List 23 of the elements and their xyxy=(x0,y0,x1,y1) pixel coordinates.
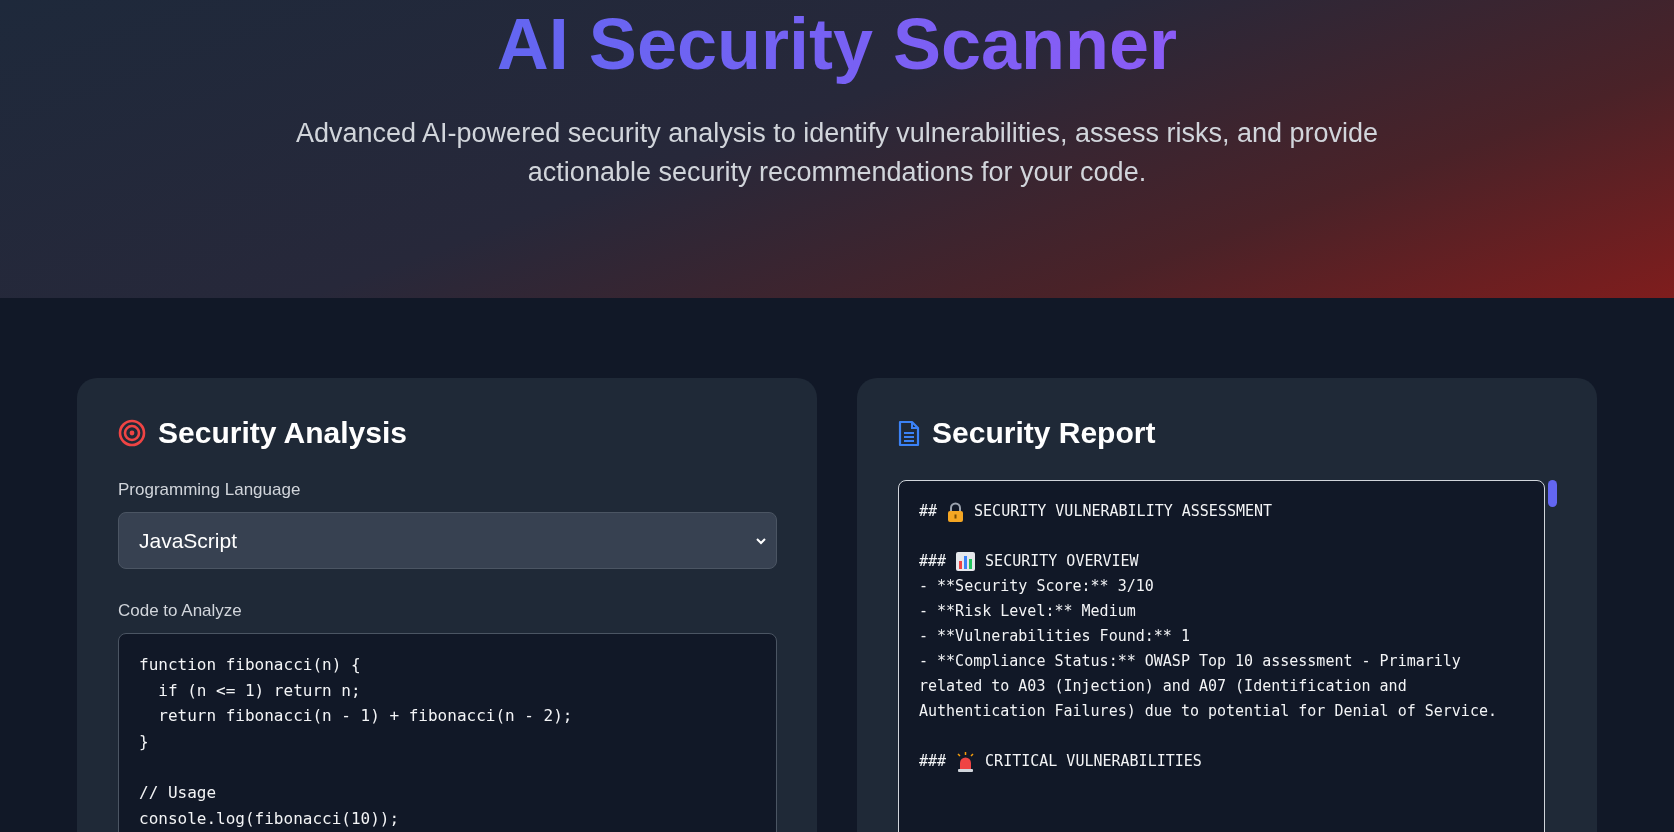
target-icon xyxy=(118,419,146,447)
scrollbar-thumb[interactable] xyxy=(1548,480,1557,507)
bar-chart-icon xyxy=(956,552,976,571)
siren-icon xyxy=(956,751,976,772)
field-label: Programming Language xyxy=(118,480,302,500)
report-heading: CRITICAL VULNERABILITIES xyxy=(985,751,1202,772)
page-subtitle: Advanced AI-powered security analysis to identify vulnerabilities, assess risks, and provide actionable security recommendations for your code. xyxy=(295,117,1379,189)
card-title: Security Analysis xyxy=(158,416,407,450)
report-heading: SECURITY VULNERABILITY ASSESSMENT xyxy=(974,501,1273,522)
heading-marker: ### xyxy=(919,551,947,572)
language-select[interactable]: JavaScript xyxy=(118,512,777,569)
code-field[interactable]: function fibonacci(n) { if (n <= 1) return n; return fibonacci(n - 1) + fibonacci(n - 2); } // Usage console.log(fibonacci(10)); xyxy=(118,633,777,832)
lock-icon xyxy=(947,501,965,522)
field-label: Code to Analyze xyxy=(118,601,243,621)
report-line: - **Vulnerabilities Found:** 1 xyxy=(919,626,1191,647)
heading-marker: ### xyxy=(919,751,947,772)
report-line: - **Compliance Status:** OWASP Top 10 assessment - Primarily related to A03 (Injection) and A07 (Identification and Authentication Failures) due to potential for Denial of Service. xyxy=(919,651,1498,722)
card-title: Security Report xyxy=(932,416,1156,450)
report-line: - **Risk Level:** Medium xyxy=(919,601,1137,622)
document-icon xyxy=(898,419,920,447)
report-line: - **Security Score:** 3/10 xyxy=(919,576,1155,597)
report-heading: SECURITY OVERVIEW xyxy=(985,551,1139,572)
heading-marker: ## xyxy=(919,501,938,522)
